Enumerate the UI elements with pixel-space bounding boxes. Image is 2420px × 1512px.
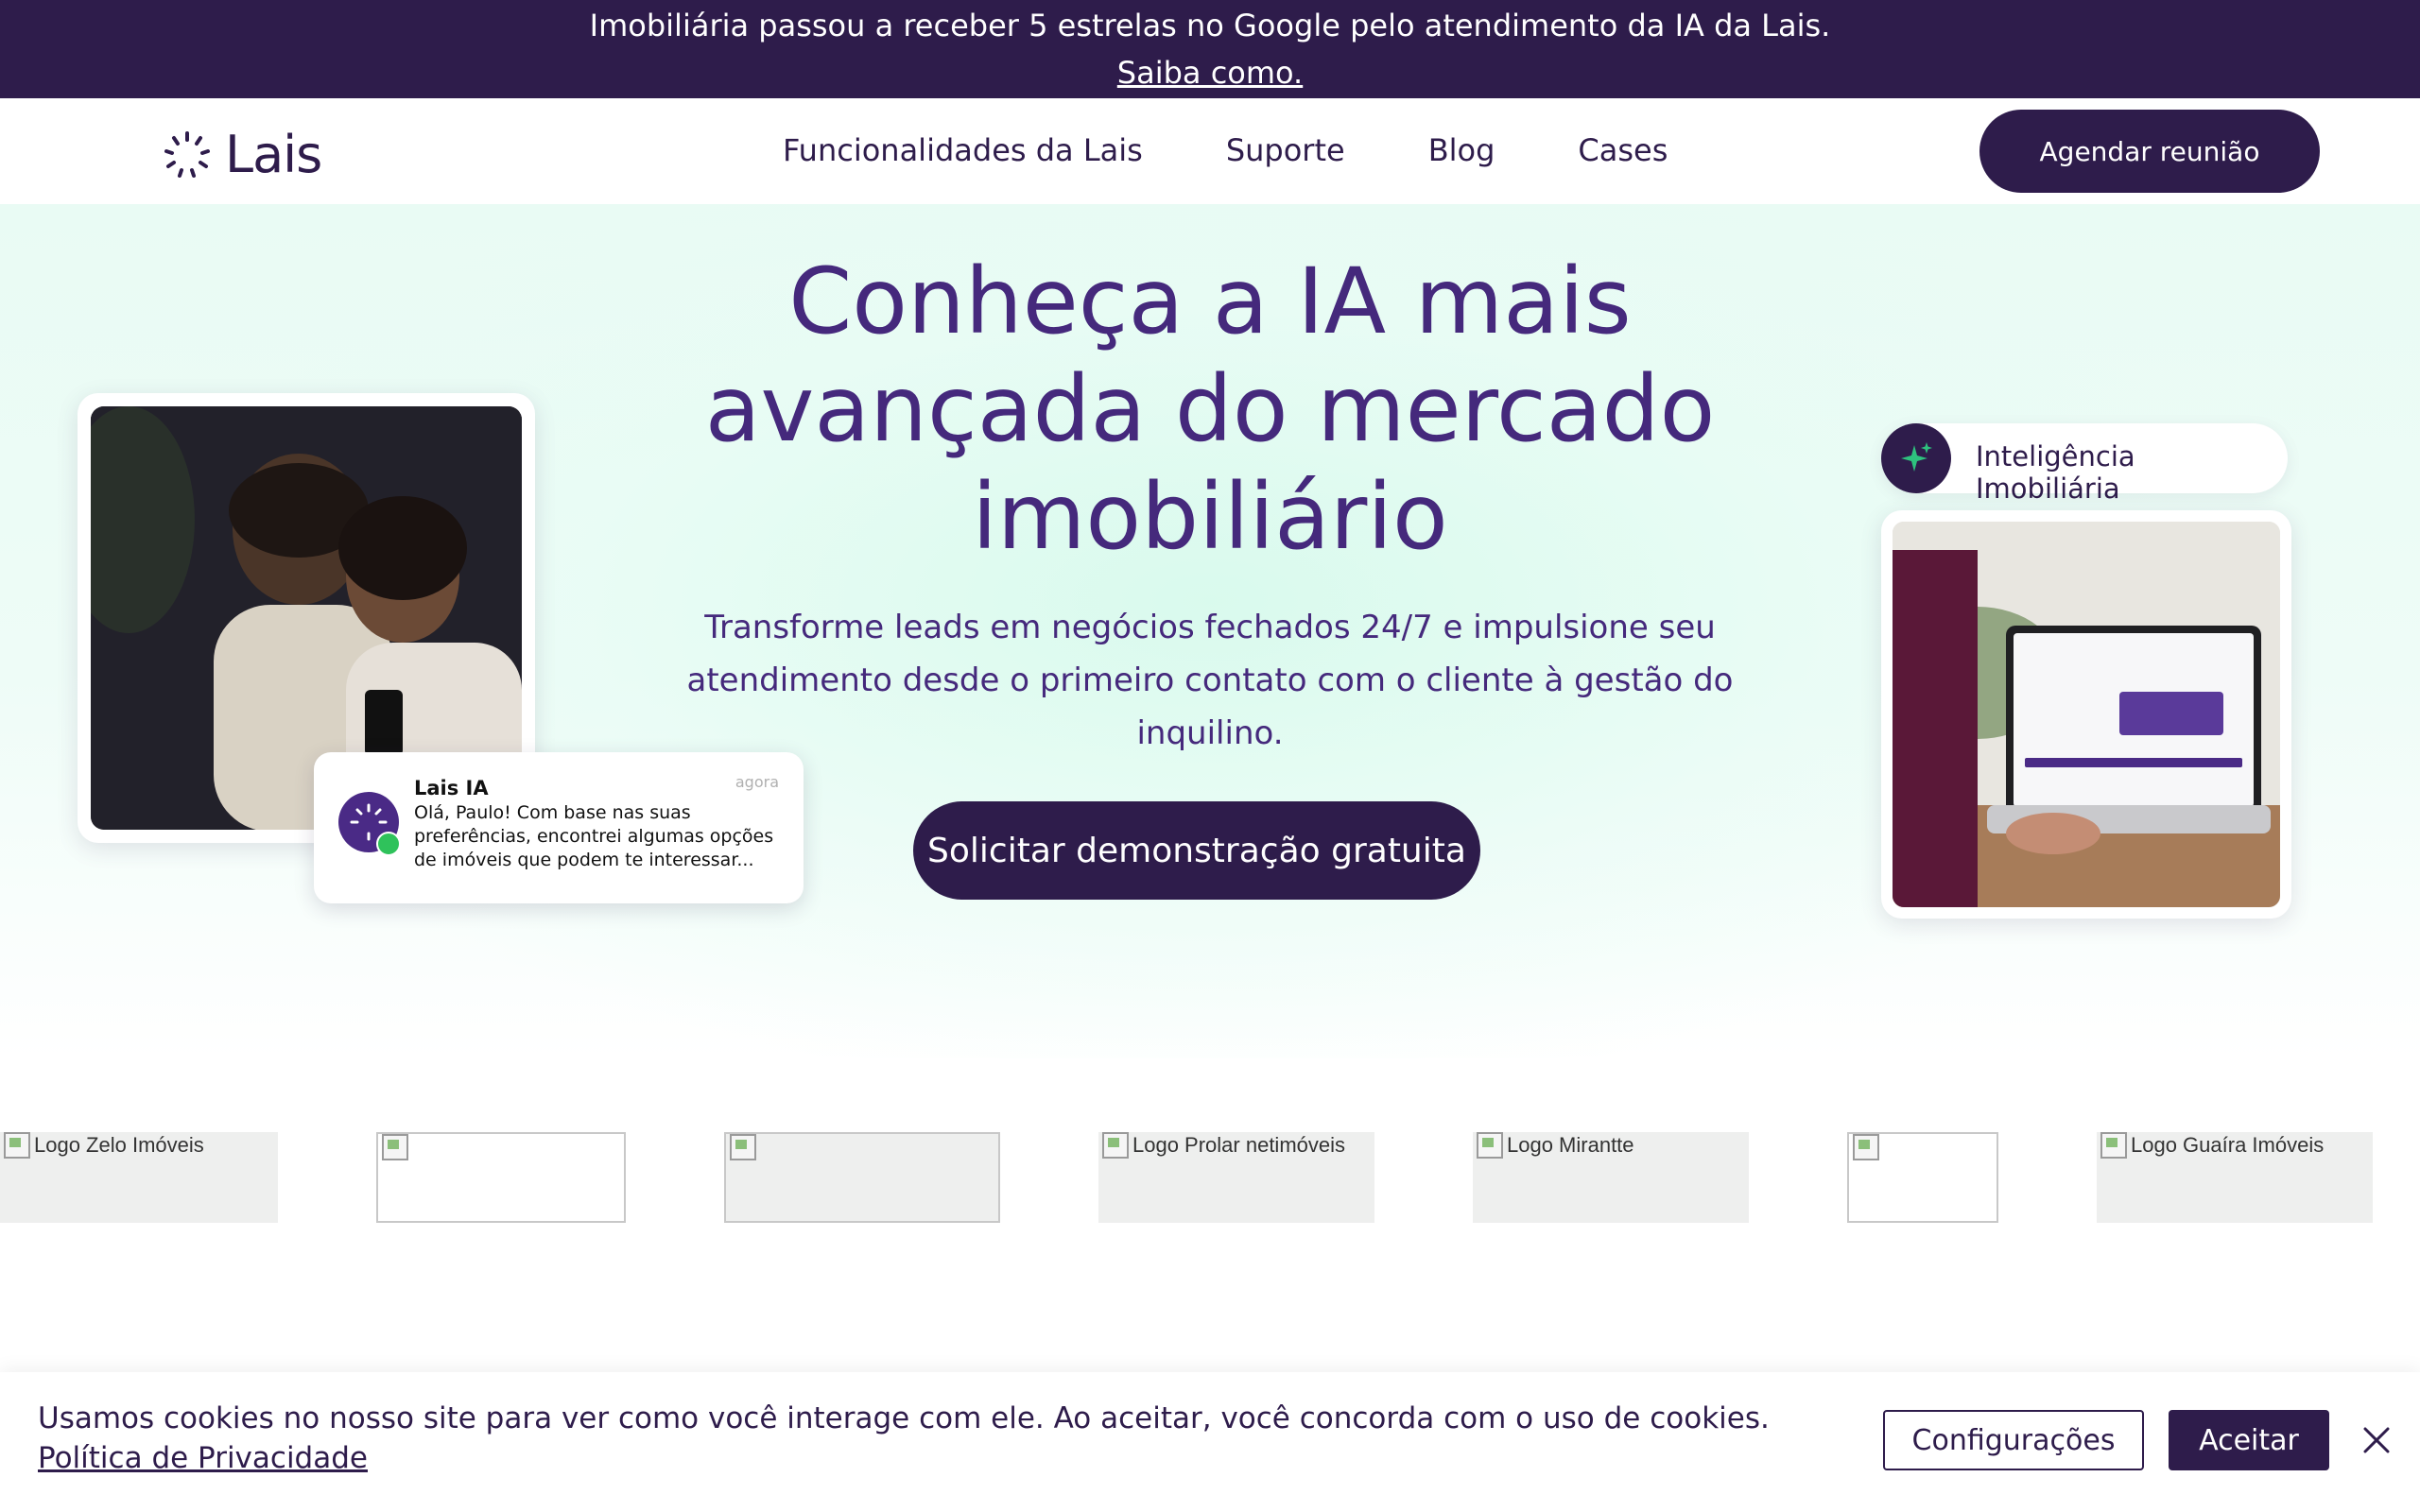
cookie-accept-button[interactable]: Aceitar	[2169, 1410, 2329, 1470]
broken-image-icon	[1853, 1134, 1879, 1160]
client-logo-zelo: Logo Zelo Imóveis	[0, 1132, 278, 1223]
announcement-text: Imobiliária passou a receber 5 estrelas …	[589, 8, 1831, 43]
notification-time: agora	[735, 773, 779, 791]
logo-text: Lais	[225, 125, 322, 184]
request-demo-button[interactable]: Solicitar demonstração gratuita	[913, 801, 1480, 900]
cookie-settings-button[interactable]: Configurações	[1883, 1410, 2144, 1470]
nav-item-funcionalidades[interactable]: Funcionalidades da Lais	[783, 132, 1143, 168]
main-nav: Funcionalidades da Lais Suporte Blog Cas…	[783, 132, 1668, 168]
client-logo-2	[376, 1132, 626, 1223]
broken-image-icon	[4, 1132, 30, 1159]
cookie-text-block: Usamos cookies no nosso site para ver co…	[38, 1399, 1796, 1478]
laptop-photo	[1893, 522, 2280, 907]
site-header: Lais Funcionalidades da Lais Suporte Blo…	[0, 98, 2420, 204]
nav-item-suporte[interactable]: Suporte	[1226, 132, 1345, 168]
cookie-banner: Usamos cookies no nosso site para ver co…	[0, 1372, 2420, 1512]
hero-subtitle: Transforme leads em negócios fechados 24…	[686, 609, 1734, 752]
laptop-photo-card	[1881, 510, 2291, 919]
logo[interactable]: Lais	[163, 125, 322, 184]
announcement-link[interactable]: Saiba como.	[1117, 55, 1303, 91]
client-logo-alt: Logo Mirantte	[1507, 1133, 1634, 1157]
client-logo-alt: Logo Guaíra Imóveis	[2131, 1133, 2325, 1157]
broken-image-icon	[730, 1134, 756, 1160]
intelligence-badge: Inteligência Imobiliária	[1881, 423, 2288, 505]
close-icon[interactable]	[2358, 1421, 2395, 1459]
announcement-bar: Imobiliária passou a receber 5 estrelas …	[0, 0, 2420, 98]
nav-item-blog[interactable]: Blog	[1428, 132, 1495, 168]
nav-item-cases[interactable]: Cases	[1578, 132, 1668, 168]
broken-image-icon	[2100, 1132, 2127, 1159]
lais-logo-icon	[164, 130, 210, 178]
broken-image-icon	[1477, 1132, 1503, 1159]
badge-label: Inteligência Imobiliária	[1976, 440, 2135, 505]
hero-section: Conheça a IA mais avançada do mercado im…	[0, 204, 2420, 1058]
cookie-text: Usamos cookies no nosso site para ver co…	[38, 1401, 1770, 1435]
client-logo-mirantte: Logo Mirantte	[1473, 1132, 1749, 1223]
notification-sender: Lais IA	[414, 777, 489, 799]
client-logo-prolar: Logo Prolar netimóveis	[1098, 1132, 1374, 1223]
schedule-meeting-button[interactable]: Agendar reunião	[1979, 110, 2320, 193]
privacy-policy-link[interactable]: Política de Privacidade	[38, 1441, 368, 1475]
broken-image-icon	[382, 1134, 408, 1160]
client-logo-3	[724, 1132, 1000, 1223]
client-logo-alt: Logo Zelo Imóveis	[34, 1133, 204, 1157]
client-logo-guaira: Logo Guaíra Imóveis	[2097, 1132, 2373, 1223]
chat-notification: Lais IA agora Olá, Paulo! Com base nas s…	[314, 752, 804, 903]
client-logo-6	[1847, 1132, 1998, 1223]
sparkle-icon	[1881, 423, 1951, 493]
client-logo-alt: Logo Prolar netimóveis	[1132, 1133, 1346, 1157]
notification-message: Olá, Paulo! Com base nas suas preferênci…	[414, 802, 774, 870]
broken-image-icon	[1102, 1132, 1129, 1159]
client-logos-strip: Logo Zelo Imóveis Logo Prolar netimóveis…	[0, 1132, 2420, 1223]
hero-title: Conheça a IA mais avançada do mercado im…	[704, 249, 1716, 570]
whatsapp-icon	[376, 832, 401, 856]
